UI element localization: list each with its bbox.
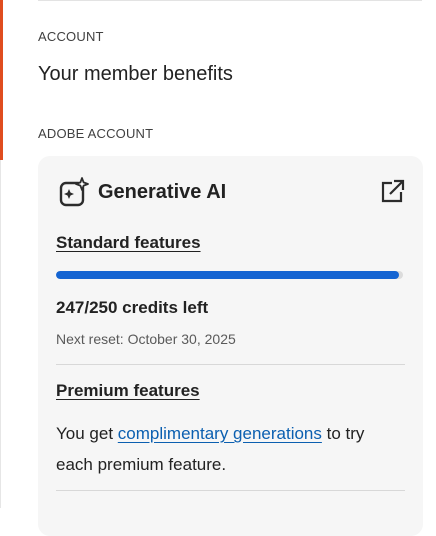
next-reset-date: Next reset: October 30, 2025 xyxy=(56,331,236,347)
open-in-new-icon[interactable] xyxy=(378,178,406,206)
generative-ai-card: Generative AI Standard features 247/250 … xyxy=(38,156,423,536)
left-divider xyxy=(0,160,1,508)
page-title: Your member benefits xyxy=(38,63,233,85)
credits-remaining: 247/250 credits left xyxy=(56,298,209,317)
adobe-account-section-label: ADOBE ACCOUNT xyxy=(38,126,154,141)
generative-ai-icon xyxy=(59,177,89,207)
top-divider xyxy=(38,0,422,1)
premium-text-prefix: You get xyxy=(56,424,118,443)
credits-progress-fill xyxy=(56,271,399,279)
standard-features-link[interactable]: Standard features xyxy=(56,233,201,253)
left-accent-bar xyxy=(0,0,3,160)
credits-progress-bar xyxy=(56,271,403,279)
account-section-label: ACCOUNT xyxy=(38,29,104,44)
divider xyxy=(56,364,405,365)
divider xyxy=(56,490,405,491)
premium-features-link[interactable]: Premium features xyxy=(56,381,200,401)
premium-description: You get complimentary generations to try… xyxy=(56,418,396,480)
complimentary-generations-link[interactable]: complimentary generations xyxy=(118,424,322,443)
card-title: Generative AI xyxy=(98,181,227,203)
